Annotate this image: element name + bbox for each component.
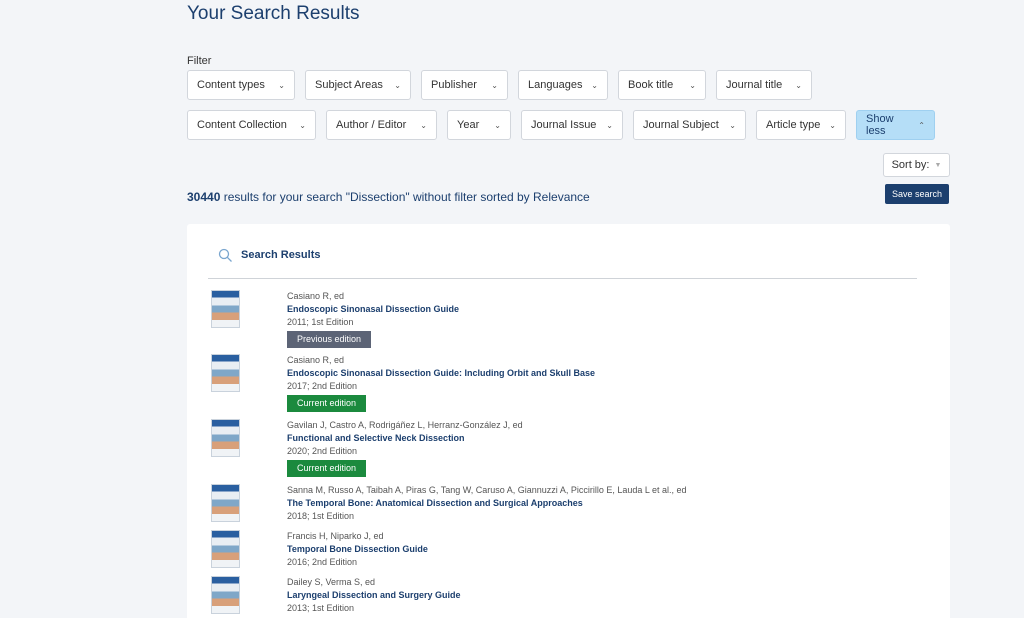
filter-label-text: Content types (197, 79, 265, 91)
result-edition: 2013; 1st Edition (287, 603, 355, 613)
filter-label-text: Journal Subject (643, 119, 719, 131)
chevron-down-icon: ⌄ (729, 120, 736, 130)
filter-label-text: Year (457, 119, 480, 131)
filter-row-2: Content Collection ⌄ Author / Editor ⌄ Yea… (187, 110, 935, 140)
filter-content-collection[interactable]: Content Collection ⌄ (187, 110, 316, 140)
filter-label-text: Publisher (431, 79, 477, 91)
filter-content-types[interactable]: Content types ⌄ (187, 70, 295, 100)
result-authors: Dailey S, Verma S, ed (287, 577, 376, 587)
filter-journal-title[interactable]: Journal title ⌄ (716, 70, 812, 100)
filter-subject-areas[interactable]: Subject Areas ⌄ (305, 70, 411, 100)
result-edition: 2020; 2nd Edition (287, 446, 358, 456)
filter-label-text: Book title (628, 79, 674, 91)
results-summary: 30440 results for your search "Dissectio… (187, 190, 590, 204)
result-title-link[interactable]: Laryngeal Dissection and Surgery Guide (287, 589, 887, 602)
filter-journal-issue[interactable]: Journal Issue ⌄ (521, 110, 623, 140)
chevron-down-icon: ⌄ (591, 80, 598, 90)
chevron-down-icon: ⌄ (420, 120, 427, 130)
result-title-link[interactable]: Functional and Selective Neck Dissection (287, 432, 887, 445)
chevron-up-icon: ⌃ (918, 120, 925, 130)
result-title-link[interactable]: Endoscopic Sinonasal Dissection Guide (287, 303, 887, 316)
filter-label: Filter (187, 55, 212, 67)
current-edition-badge[interactable]: Current edition (287, 395, 367, 412)
result-info: Gavilan J, Castro A, Rodrigáñez L, Herra… (287, 419, 887, 477)
chevron-down-icon: ⌄ (278, 80, 285, 90)
result-info: Dailey S, Verma S, ed Laryngeal Dissecti… (287, 576, 887, 615)
chevron-down-icon: ⌄ (689, 80, 696, 90)
filter-label-text: Content Collection (197, 119, 287, 131)
current-edition-badge[interactable]: Current edition (287, 460, 367, 477)
filter-label-text: Author / Editor (336, 119, 407, 131)
result-info: Casiano R, ed Endoscopic Sinonasal Disse… (287, 354, 887, 412)
result-edition: 2011; 1st Edition (287, 317, 354, 327)
book-cover-image[interactable] (211, 484, 240, 522)
chevron-down-icon: ⌄ (795, 80, 802, 90)
filter-label-text: Journal title (726, 79, 783, 91)
results-count: 30440 (187, 190, 221, 204)
filter-article-type[interactable]: Article type ⌄ (756, 110, 846, 140)
results-panel-header: Search Results (208, 246, 917, 279)
sort-by-label: Sort by: (891, 159, 930, 171)
chevron-down-icon: ⌄ (606, 120, 613, 130)
chevron-down-icon: ⌄ (299, 120, 306, 130)
show-less-button[interactable]: Show less ⌃ (856, 110, 935, 140)
page-title: Your Search Results (187, 3, 360, 24)
result-title-link[interactable]: Temporal Bone Dissection Guide (287, 543, 887, 556)
result-edition: 2016; 2nd Edition (287, 557, 358, 567)
result-edition: 2018; 1st Edition (287, 511, 355, 521)
result-authors: Sanna M, Russo A, Taibah A, Piras G, Tan… (287, 485, 687, 495)
result-info: Casiano R, ed Endoscopic Sinonasal Disse… (287, 290, 887, 348)
chevron-down-icon: ⌄ (829, 120, 836, 130)
filter-row-1: Content types ⌄ Subject Areas ⌄ Publisher ⌄… (187, 70, 822, 100)
search-icon (218, 248, 232, 262)
book-cover-image[interactable] (211, 354, 240, 392)
filter-label-text: Subject Areas (315, 79, 383, 91)
filter-languages[interactable]: Languages ⌄ (518, 70, 608, 100)
filter-journal-subject[interactable]: Journal Subject ⌄ (633, 110, 746, 140)
filter-label-text: Article type (766, 119, 821, 131)
filter-publisher[interactable]: Publisher ⌄ (421, 70, 508, 100)
result-authors: Gavilan J, Castro A, Rodrigáñez L, Herra… (287, 420, 523, 430)
result-info: Sanna M, Russo A, Taibah A, Piras G, Tan… (287, 484, 887, 523)
save-search-button[interactable]: Save search (885, 184, 949, 204)
result-title-link[interactable]: Endoscopic Sinonasal Dissection Guide: I… (287, 367, 887, 380)
filter-label-text: Journal Issue (531, 119, 597, 131)
result-title-link[interactable]: The Temporal Bone: Anatomical Dissection… (287, 497, 887, 510)
result-authors: Casiano R, ed (287, 355, 345, 365)
sort-by-dropdown[interactable]: Sort by: ▼ (883, 153, 950, 177)
chevron-down-icon: ⌄ (494, 120, 501, 130)
previous-edition-badge[interactable]: Previous edition (287, 331, 372, 348)
filter-label-text: Languages (528, 79, 583, 91)
result-edition: 2017; 2nd Edition (287, 381, 358, 391)
filter-author-editor[interactable]: Author / Editor ⌄ (326, 110, 437, 140)
book-cover-image[interactable] (211, 290, 240, 328)
result-info: Francis H, Niparko J, ed Temporal Bone D… (287, 530, 887, 569)
filter-book-title[interactable]: Book title ⌄ (618, 70, 706, 100)
show-less-label: Show less (866, 113, 894, 137)
results-panel-title: Search Results (241, 249, 321, 261)
chevron-down-icon: ▼ (934, 161, 942, 169)
book-cover-image[interactable] (211, 576, 240, 614)
filter-year[interactable]: Year ⌄ (447, 110, 511, 140)
result-authors: Casiano R, ed (287, 291, 345, 301)
book-cover-image[interactable] (211, 530, 240, 568)
chevron-down-icon: ⌄ (394, 80, 401, 90)
book-cover-image[interactable] (211, 419, 240, 457)
results-panel: Search Results Casiano R, ed Endoscopic … (187, 224, 950, 618)
result-authors: Francis H, Niparko J, ed (287, 531, 384, 541)
results-summary-text: results for your search "Dissection" wit… (220, 190, 590, 204)
chevron-down-icon: ⌄ (491, 80, 498, 90)
